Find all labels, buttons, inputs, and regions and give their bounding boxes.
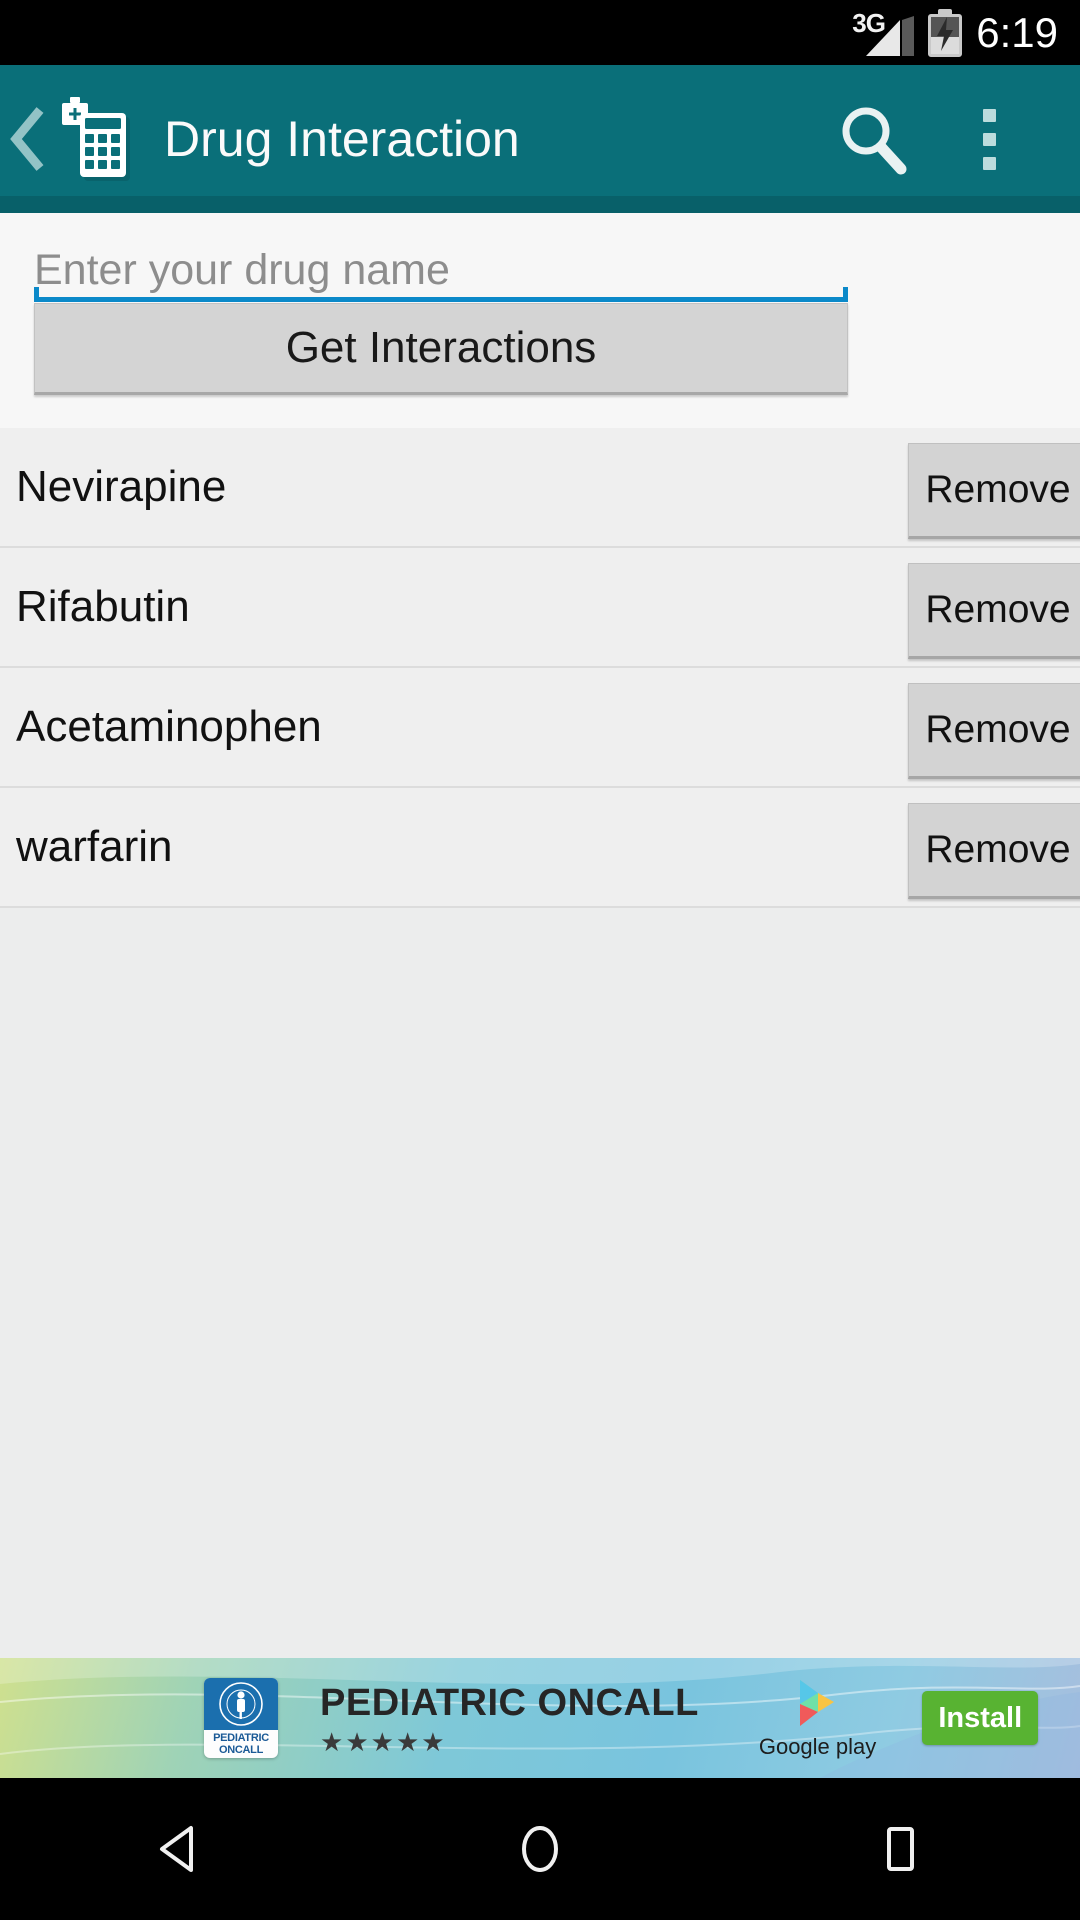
drug-name-label: warfarin	[16, 822, 173, 871]
calculator-medkit-icon	[62, 97, 130, 181]
nav-home-button[interactable]	[455, 1778, 625, 1920]
status-bar-clock: 6:19	[976, 8, 1058, 56]
table-row[interactable]: Rifabutin Remove	[0, 548, 1080, 668]
remove-button[interactable]: Remove	[908, 683, 1080, 779]
table-row[interactable]: Acetaminophen Remove	[0, 668, 1080, 788]
ad-logo-line1: PEDIATRIC	[213, 1732, 269, 1744]
remove-button[interactable]: Remove	[908, 443, 1080, 539]
action-bar-bottom-shade	[0, 196, 1080, 213]
signal-bars-icon: 3G	[852, 8, 915, 56]
signal-triangle-icon	[866, 15, 915, 56]
remove-button[interactable]: Remove	[908, 563, 1080, 659]
table-row[interactable]: Nevirapine Remove	[0, 428, 1080, 548]
charging-bolt-icon	[937, 16, 954, 51]
star-icon: ★	[395, 1726, 420, 1757]
drug-name-label: Acetaminophen	[16, 702, 322, 751]
status-bar: 3G 6:19	[0, 0, 1080, 65]
action-bar: Drug Interaction	[0, 65, 1080, 213]
system-nav-bar	[0, 1778, 1080, 1920]
ad-text-block: PEDIATRIC ONCALL ★ ★ ★ ★ ★	[320, 1682, 699, 1755]
ad-logo-line2: ONCALL	[218, 1744, 263, 1756]
overflow-dot	[982, 132, 996, 146]
drug-name-label: Rifabutin	[16, 582, 190, 631]
install-button[interactable]: Install	[922, 1691, 1039, 1745]
star-icon: ★	[421, 1726, 445, 1757]
ad-banner[interactable]: PEDIATRIC ONCALL PEDIATRIC ONCALL ★ ★ ★ …	[0, 1658, 1080, 1778]
ad-app-logo: PEDIATRIC ONCALL	[204, 1678, 278, 1758]
search-icon[interactable]	[836, 102, 910, 176]
drug-list: Nevirapine Remove Rifabutin Remove Aceta…	[0, 428, 1080, 908]
page-title: Drug Interaction	[164, 111, 520, 167]
back-chevron-icon[interactable]	[10, 104, 48, 174]
content-empty-space	[0, 916, 1080, 1658]
drug-input-underline	[34, 287, 848, 302]
drug-name-input[interactable]	[34, 239, 848, 301]
star-icon: ★	[345, 1726, 369, 1757]
table-row[interactable]: warfarin Remove	[0, 788, 1080, 908]
pediatric-seal-icon	[219, 1682, 263, 1726]
nav-recents-square-icon	[887, 1827, 914, 1871]
overflow-menu-icon[interactable]	[982, 108, 996, 170]
google-play-badge[interactable]: Google play	[759, 1676, 876, 1760]
google-play-icon	[799, 1680, 834, 1726]
overflow-dot	[982, 108, 996, 122]
star-icon: ★	[370, 1726, 394, 1757]
phone-screen: 3G 6:19 Drug Interaction Enter your drug…	[0, 0, 1080, 1920]
ad-title: PEDIATRIC ONCALL	[320, 1681, 699, 1724]
ad-logo-caption: PEDIATRIC ONCALL	[213, 1732, 269, 1756]
ad-logo-emblem	[204, 1678, 278, 1730]
ad-rating-stars: ★ ★ ★ ★ ★	[320, 1729, 699, 1755]
overflow-dot	[982, 156, 996, 170]
google-play-label: Google play	[758, 1734, 877, 1759]
nav-back-button[interactable]	[95, 1778, 265, 1920]
nav-back-triangle-icon	[160, 1826, 193, 1872]
remove-button[interactable]: Remove	[908, 803, 1080, 899]
drug-name-label: Nevirapine	[16, 462, 227, 511]
nav-home-circle-icon	[522, 1826, 558, 1872]
status-bar-icons: 3G 6:19	[852, 8, 1058, 57]
battery-charging-icon	[928, 8, 963, 57]
nav-recents-button[interactable]	[815, 1778, 985, 1920]
get-interactions-button[interactable]: Get Interactions	[34, 303, 848, 395]
star-icon: ★	[320, 1726, 344, 1757]
